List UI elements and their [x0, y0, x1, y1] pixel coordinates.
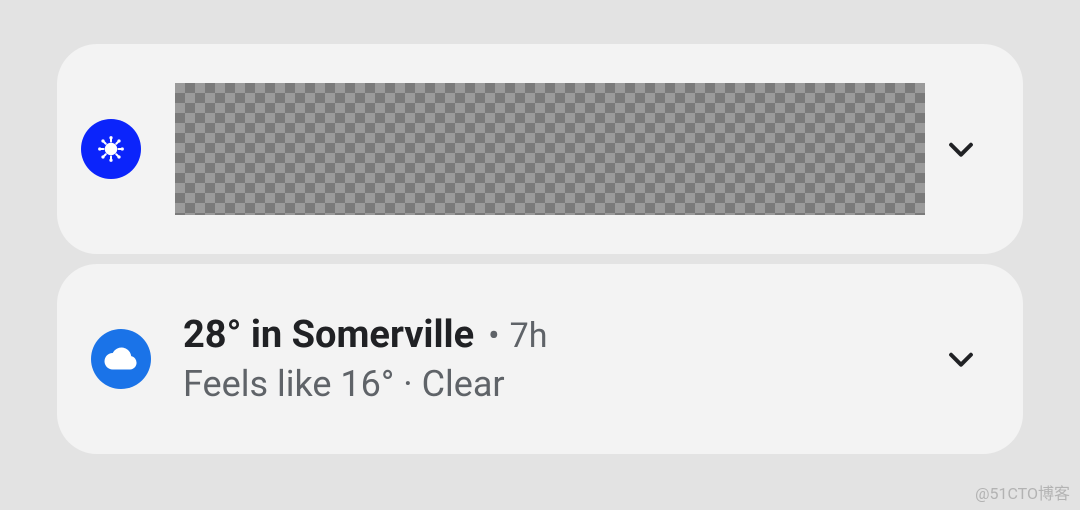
weather-title-row: 28° in Somerville • 7h: [183, 313, 939, 357]
expand-button[interactable]: [939, 337, 983, 381]
weather-subtitle: Feels like 16° · Clear: [183, 363, 939, 405]
notification-card-covid[interactable]: [57, 44, 1023, 254]
notification-card-weather[interactable]: 28° in Somerville • 7h Feels like 16° · …: [57, 264, 1023, 454]
expand-button[interactable]: [939, 127, 983, 171]
chevron-down-icon: [944, 132, 978, 166]
weather-separator: •: [488, 316, 499, 356]
redacted-content: [175, 83, 925, 215]
notification-list: 28° in Somerville • 7h Feels like 16° · …: [0, 0, 1080, 454]
virus-icon: [81, 119, 141, 179]
chevron-down-icon: [944, 342, 978, 376]
cloud-icon: [91, 329, 151, 389]
weather-content: 28° in Somerville • 7h Feels like 16° · …: [183, 313, 939, 405]
watermark: @51CTO博客: [975, 480, 1070, 504]
weather-title: 28° in Somerville: [183, 313, 474, 357]
weather-time: 7h: [510, 316, 548, 356]
